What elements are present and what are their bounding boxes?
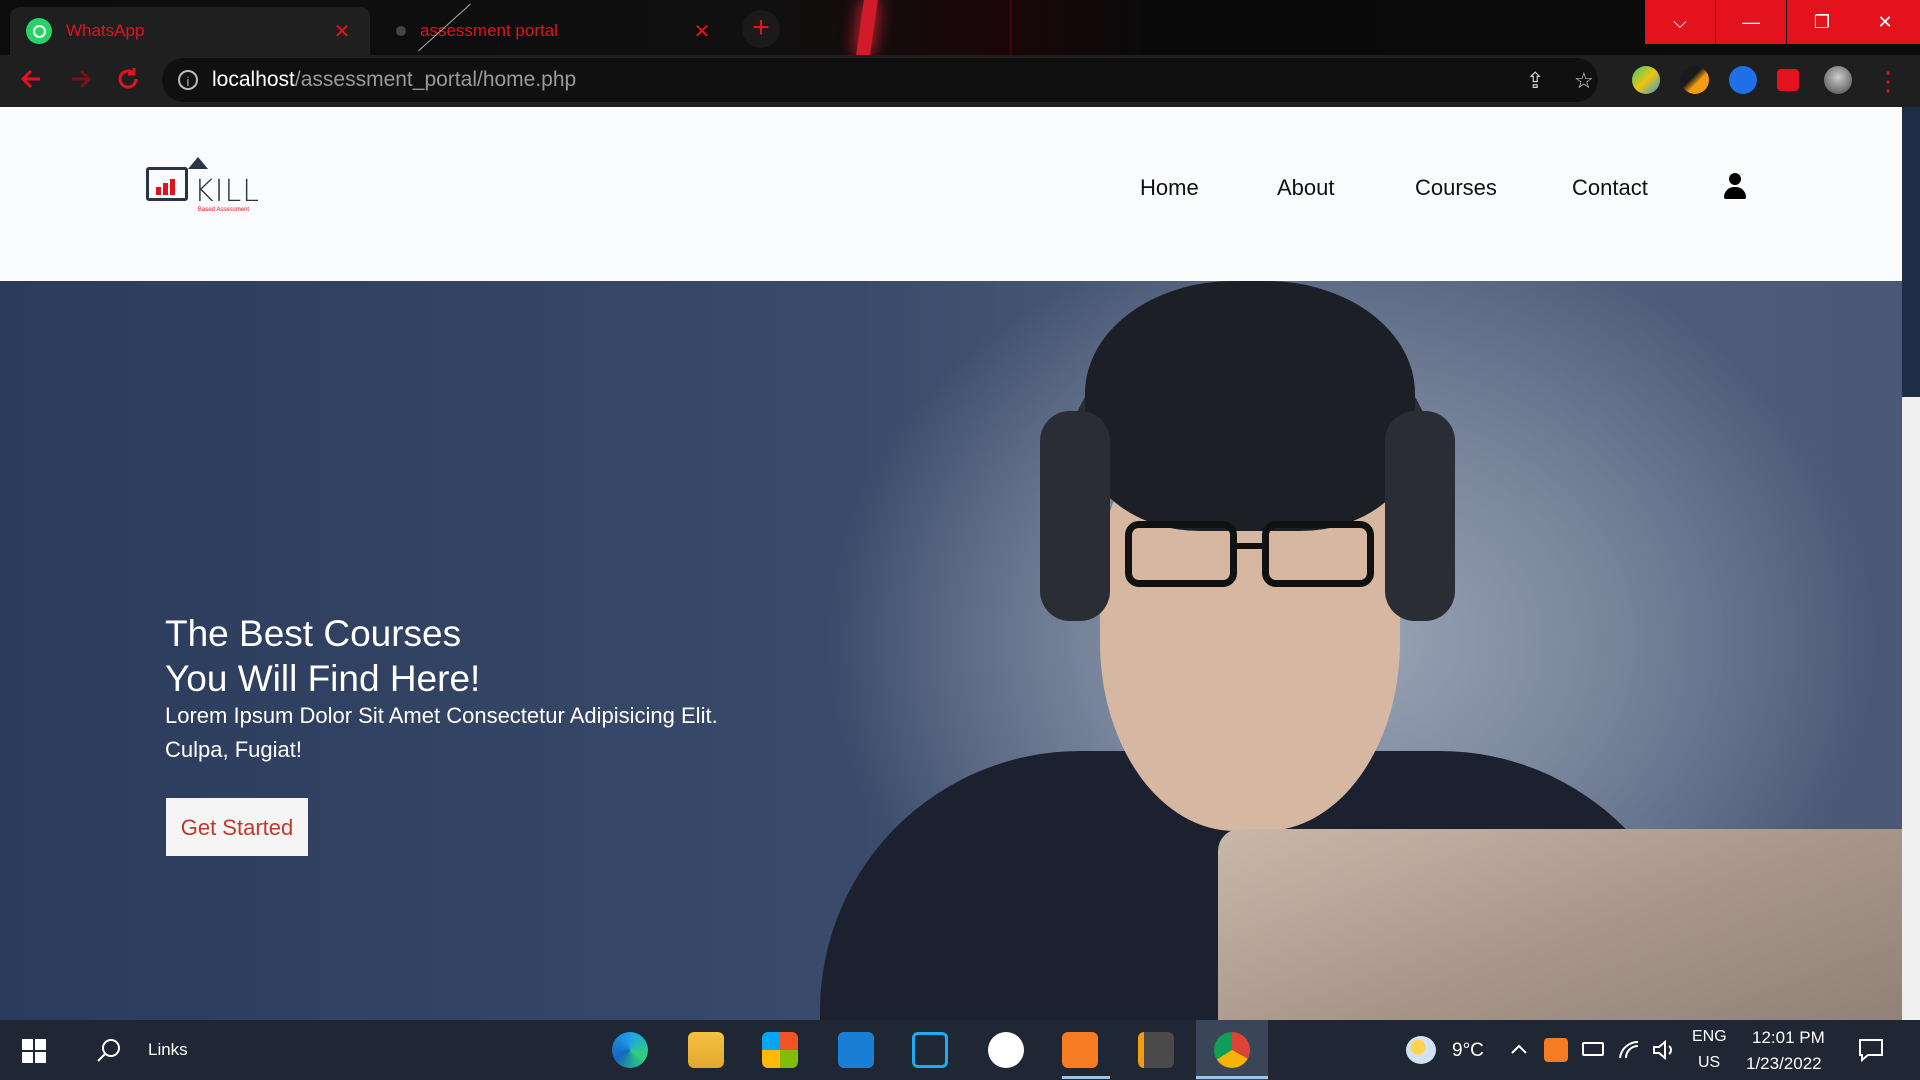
extension-infinity-icon[interactable]	[1729, 66, 1757, 94]
reload-icon	[118, 68, 138, 89]
vscode-icon[interactable]	[912, 1032, 948, 1068]
url-path: /assessment_portal/home.php	[294, 68, 577, 91]
tab-assessment-portal[interactable]: assessment portal ✕	[380, 7, 730, 55]
hero-subtitle-line1: Lorem Ipsum Dolor Sit Amet Consectetur A…	[165, 703, 718, 728]
tab-title: assessment portal	[420, 21, 558, 40]
app-w-icon[interactable]	[988, 1032, 1024, 1068]
extension-color-icon[interactable]	[1632, 66, 1660, 94]
notification-center-icon[interactable]	[1858, 1038, 1884, 1062]
mail-icon[interactable]	[838, 1032, 874, 1068]
close-window-button[interactable]: ✕	[1850, 0, 1920, 44]
glasses-right-lens	[1262, 521, 1374, 587]
nav-about[interactable]: About	[1277, 175, 1335, 201]
browser-toolbar: i localhost/assessment_portal/home.php ⇪…	[0, 55, 1920, 107]
new-tab-button[interactable]: +	[742, 10, 780, 48]
chevron-up-icon[interactable]	[1510, 1042, 1528, 1056]
clock-time[interactable]: 12:01 PM	[1752, 1028, 1825, 1048]
nav-contact[interactable]: Contact	[1572, 175, 1648, 201]
site-logo[interactable]: KILL Based Assessment	[146, 157, 259, 225]
glasses-left-lens	[1125, 521, 1237, 587]
hero-subtitle: Lorem Ipsum Dolor Sit Amet Consectetur A…	[165, 699, 805, 767]
tab-close-icon[interactable]: ✕	[690, 19, 714, 44]
windows-start-icon[interactable]	[22, 1039, 46, 1063]
minimize-button[interactable]: —	[1716, 0, 1786, 44]
arrow-left-icon	[20, 69, 40, 89]
logo-word: KILL	[194, 174, 260, 209]
tab-search-button[interactable]: ⌵	[1645, 0, 1715, 44]
taskbar-search-label[interactable]: Links	[148, 1040, 188, 1060]
weather-icon[interactable]	[1406, 1036, 1436, 1064]
headphone-left	[1040, 411, 1110, 621]
bookmark-star-icon[interactable]: ☆	[1574, 68, 1594, 94]
user-icon-head	[1729, 173, 1741, 185]
chrome-active-indicator	[1196, 1076, 1268, 1079]
input-language[interactable]: ENG	[1692, 1028, 1727, 1046]
logo-bar	[156, 187, 161, 195]
hero-person-hair	[1085, 281, 1415, 531]
restore-button[interactable]: ❐	[1787, 0, 1857, 44]
wifi-icon[interactable]	[1618, 1040, 1640, 1060]
hero-title: The Best Courses You Will Find Here!	[165, 611, 765, 701]
logo-bar	[163, 183, 168, 195]
glasses-bridge	[1235, 543, 1265, 549]
extension-flame-icon[interactable]	[1681, 66, 1709, 94]
whatsapp-icon	[26, 18, 52, 44]
forward-button[interactable]	[64, 65, 96, 97]
user-account-icon[interactable]	[1724, 173, 1746, 199]
windows-taskbar: Links 9°C ENG US 12:01 PM 1/23/2022	[0, 1020, 1920, 1080]
share-icon[interactable]: ⇪	[1526, 68, 1544, 94]
url-host: localhost	[212, 68, 295, 91]
hero-subtitle-line2: Culpa, Fugiat!	[165, 737, 302, 762]
sublime-text-icon[interactable]	[1138, 1032, 1174, 1068]
xampp-tray-icon[interactable]	[1544, 1038, 1568, 1062]
address-bar[interactable]: i localhost/assessment_portal/home.php ⇪…	[162, 58, 1598, 102]
get-started-button[interactable]: Get Started	[166, 798, 308, 856]
arrow-right-icon	[72, 69, 92, 89]
extensions-puzzle-icon[interactable]	[1777, 69, 1799, 91]
wallpaper-streak	[856, 0, 878, 55]
hero-laptop	[1218, 829, 1902, 1020]
logo-tagline: Based Assessment	[198, 207, 250, 213]
profile-avatar[interactable]	[1824, 66, 1852, 94]
xampp-running-indicator	[1062, 1076, 1110, 1079]
nav-home[interactable]: Home	[1140, 175, 1199, 201]
input-region[interactable]: US	[1698, 1054, 1720, 1072]
site-info-icon[interactable]: i	[178, 70, 198, 90]
clock-date[interactable]: 1/23/2022	[1746, 1054, 1822, 1074]
store-icon[interactable]	[762, 1032, 798, 1068]
edge-icon[interactable]	[612, 1032, 648, 1068]
graduation-cap-icon	[188, 157, 208, 169]
headphone-right	[1385, 411, 1455, 621]
browser-tab-strip: WhatsApp ✕ assessment portal ✕ + ⌵ — ❐ ✕	[0, 0, 1920, 55]
logo-bar	[170, 179, 175, 195]
hero-title-line2: You Will Find Here!	[165, 658, 481, 699]
volume-icon[interactable]	[1652, 1040, 1676, 1060]
web-page: KILL Based Assessment Home About Courses…	[0, 107, 1902, 1020]
nav-courses[interactable]: Courses	[1415, 175, 1497, 201]
reload-button[interactable]	[112, 65, 144, 97]
user-icon-body	[1724, 187, 1746, 199]
tab-title: WhatsApp	[66, 21, 145, 40]
xampp-icon[interactable]	[1062, 1032, 1098, 1068]
site-header: KILL Based Assessment Home About Courses…	[0, 107, 1902, 281]
file-explorer-icon[interactable]	[688, 1032, 724, 1068]
search-icon[interactable]	[96, 1038, 122, 1064]
wallpaper-line	[1010, 0, 1011, 55]
browser-menu-icon[interactable]: ⋮	[1872, 65, 1904, 97]
tab-whatsapp[interactable]: WhatsApp ✕	[10, 7, 370, 55]
weather-temperature[interactable]: 9°C	[1452, 1040, 1484, 1062]
back-button[interactable]	[16, 65, 48, 97]
page-scrollbar-thumb[interactable]	[1902, 107, 1920, 397]
chrome-icon[interactable]	[1214, 1032, 1250, 1068]
battery-icon[interactable]	[1582, 1042, 1604, 1056]
hero-title-line1: The Best Courses	[165, 613, 462, 654]
tab-close-icon[interactable]: ✕	[330, 19, 354, 44]
hero-banner: The Best Courses You Will Find Here! Lor…	[0, 281, 1902, 1020]
page-favicon-icon	[396, 26, 406, 36]
